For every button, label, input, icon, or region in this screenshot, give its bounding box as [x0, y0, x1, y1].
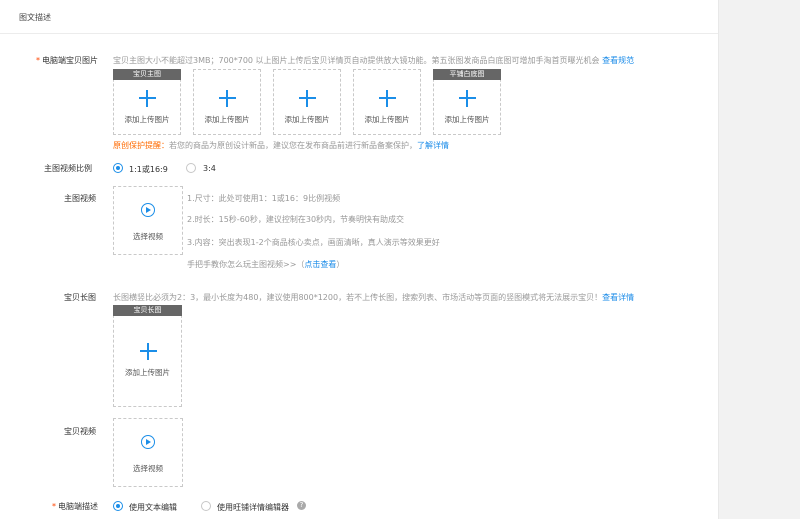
select-video-caption: 选择视频 — [114, 231, 182, 242]
upload-slot-2[interactable]: 添加上传图片 — [193, 69, 261, 135]
long-image-hint: 长图横竖比必须为2：3，最小长度为480，建议使用800*1200，若不上传长图… — [113, 292, 634, 303]
video-guide: 手把手教你怎么玩主图视频>>（点击查看） — [187, 259, 344, 270]
video-tip-1: 1.尺寸：此处可使用1：1或16：9比例视频 — [187, 193, 340, 204]
plus-icon — [459, 90, 476, 107]
video-tip-3: 3.内容：突出表现1-2个商品核心卖点，画面清晰，真人演示等效果更好 — [187, 237, 440, 248]
select-video-caption: 选择视频 — [114, 463, 182, 474]
play-icon — [141, 435, 155, 449]
pc-desc-label: *电脑端描述 — [52, 501, 98, 512]
item-video-label: 宝贝视频 — [64, 426, 96, 437]
slot-tag: 宝贝主图 — [113, 69, 181, 80]
main-video-label: 主图视频 — [64, 193, 96, 204]
main-images-hint: 宝贝主图大小不能超过3MB；700*700 以上图片上传后宝贝详情页自动提供放大… — [113, 55, 634, 66]
pc-desc-radio-wangpu[interactable] — [201, 501, 211, 511]
ratio-option-1-label[interactable]: 1:1或16:9 — [129, 164, 168, 175]
ratio-radio-1-1[interactable] — [113, 163, 123, 173]
play-icon — [141, 203, 155, 217]
required-mark: * — [36, 56, 40, 65]
long-image-detail-link[interactable]: 查看详情 — [602, 293, 634, 302]
ratio-radio-3-4[interactable] — [186, 163, 196, 173]
ratio-label: 主图视频比例 — [44, 163, 92, 174]
main-images-label: *电脑端宝贝图片 — [36, 55, 98, 66]
help-icon[interactable]: ? — [297, 501, 306, 510]
main-video-select[interactable]: 选择视频 — [113, 186, 183, 255]
upload-slot-main[interactable]: 宝贝主图 添加上传图片 — [113, 69, 181, 135]
plus-icon — [299, 90, 316, 107]
pc-desc-option-text[interactable]: 使用文本编辑 — [129, 502, 177, 513]
upload-slot-3[interactable]: 添加上传图片 — [273, 69, 341, 135]
main-images-spec-link[interactable]: 查看规范 — [602, 56, 634, 65]
slot-caption: 添加上传图片 — [114, 114, 180, 125]
plus-icon — [379, 90, 396, 107]
slot-caption: 添加上传图片 — [434, 114, 500, 125]
plus-icon — [139, 90, 156, 107]
protect-detail-link[interactable]: 了解详情 — [417, 141, 449, 150]
slot-tag: 平铺白底图 — [433, 69, 501, 80]
plus-icon — [140, 343, 157, 360]
slot-caption: 添加上传图片 — [274, 114, 340, 125]
upload-slot-white-bg[interactable]: 平铺白底图 添加上传图片 — [433, 69, 501, 135]
upload-slot-4[interactable]: 添加上传图片 — [353, 69, 421, 135]
plus-icon — [219, 90, 236, 107]
section-title: 图文描述 — [19, 12, 51, 23]
required-mark: * — [52, 502, 56, 511]
section-header: 图文描述 — [0, 0, 718, 34]
upload-long-image[interactable]: 宝贝长图 添加上传图片 — [113, 305, 182, 407]
ratio-option-2-label[interactable]: 3:4 — [203, 164, 216, 173]
pc-desc-radio-text[interactable] — [113, 501, 123, 511]
content-panel: 图文描述 *电脑端宝贝图片 宝贝主图大小不能超过3MB；700*700 以上图片… — [0, 0, 719, 519]
pc-desc-option-wangpu[interactable]: 使用旺铺详情编辑器 — [217, 502, 289, 513]
item-video-select[interactable]: 选择视频 — [113, 418, 183, 487]
slot-caption: 添加上传图片 — [354, 114, 420, 125]
original-protect-notice: 原创保护提醒：若您的商品为原创设计新品，建议您在发布商品前进行新品备案保护，了解… — [113, 140, 449, 151]
video-guide-link[interactable]: 点击查看 — [304, 260, 336, 269]
slot-tag: 宝贝长图 — [113, 305, 182, 316]
video-tip-2: 2.时长：15秒-60秒，建议控制在30秒内，节奏明快有助成交 — [187, 214, 404, 225]
slot-caption: 添加上传图片 — [114, 367, 181, 378]
slot-caption: 添加上传图片 — [194, 114, 260, 125]
long-image-label: 宝贝长图 — [64, 292, 96, 303]
